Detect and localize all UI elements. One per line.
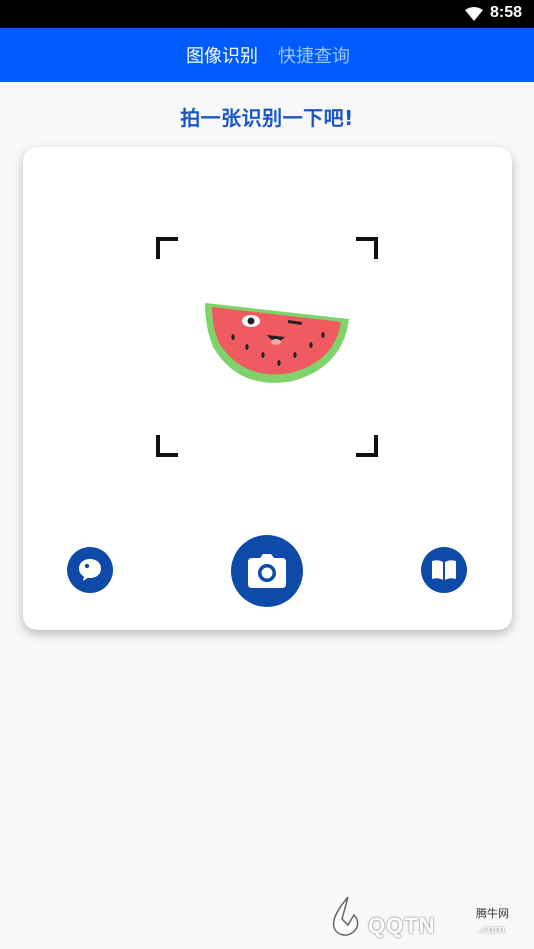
camera-button[interactable] bbox=[231, 535, 303, 607]
chat-bubble-icon bbox=[79, 559, 101, 581]
watermark-domain: .com bbox=[478, 923, 505, 936]
watermelon-icon bbox=[205, 303, 349, 383]
chat-button[interactable] bbox=[67, 547, 113, 593]
frame-corner-bottom-left bbox=[156, 435, 178, 457]
book-icon bbox=[432, 560, 456, 580]
camera-icon bbox=[248, 554, 286, 588]
watermark: 腾牛网 QQTN .com bbox=[328, 893, 528, 943]
tab-quick-query[interactable]: 快捷查询 bbox=[278, 42, 350, 68]
status-time: 8:58 bbox=[489, 4, 522, 21]
wifi-icon bbox=[465, 7, 483, 21]
book-button[interactable] bbox=[421, 547, 467, 593]
frame-corner-bottom-right bbox=[356, 435, 378, 457]
frame-corner-top-left bbox=[156, 237, 178, 259]
watermark-brand: QQTN bbox=[368, 913, 436, 938]
top-tab-bar: 图像识别 快捷查询 bbox=[0, 28, 534, 82]
tab-image-recognition[interactable]: 图像识别 bbox=[186, 42, 258, 68]
scan-card bbox=[23, 147, 512, 630]
slogan: 拍一张识别一下吧! bbox=[180, 106, 354, 130]
frame-corner-top-right bbox=[356, 237, 378, 259]
watermark-logo-icon bbox=[332, 896, 359, 936]
status-bar: 8:58 bbox=[0, 0, 534, 28]
watermark-site: 腾牛网 bbox=[476, 907, 509, 920]
